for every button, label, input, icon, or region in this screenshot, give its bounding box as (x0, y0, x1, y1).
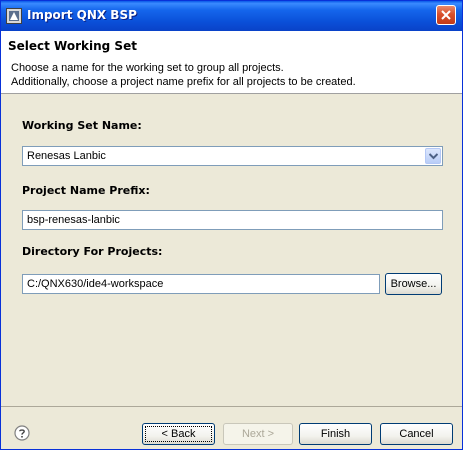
back-button[interactable]: < Back (142, 423, 215, 445)
working-set-label: Working Set Name: (22, 119, 142, 132)
page-description: Choose a name for the working set to gro… (11, 61, 356, 89)
browse-button[interactable]: Browse... (385, 273, 442, 295)
description-line-2: Additionally, choose a project name pref… (11, 76, 356, 88)
page-title: Select Working Set (8, 39, 137, 53)
qnx-app-icon (6, 8, 22, 24)
wizard-banner: Select Working Set Choose a name for the… (1, 31, 462, 94)
chevron-down-icon (429, 153, 438, 160)
cancel-button[interactable]: Cancel (380, 423, 453, 445)
project-prefix-value: bsp-renesas-lanbic (27, 214, 120, 226)
working-set-value: Renesas Lanbic (27, 150, 106, 162)
prefix-label: Project Name Prefix: (22, 184, 150, 197)
back-label: < Back (145, 426, 212, 442)
wizard-content: Working Set Name: Renesas Lanbic Project… (1, 94, 462, 406)
working-set-combo[interactable]: Renesas Lanbic (22, 146, 443, 166)
close-icon (441, 10, 451, 20)
finish-button[interactable]: Finish (299, 423, 372, 445)
import-dialog: Import QNX BSP Select Working Set Choose… (0, 0, 463, 450)
close-button[interactable] (436, 5, 456, 25)
directory-value: C:/QNX630/ide4-workspace (27, 278, 164, 290)
window-title: Import QNX BSP (27, 8, 137, 22)
directory-input[interactable]: C:/QNX630/ide4-workspace (22, 274, 380, 294)
combo-dropdown-button[interactable] (425, 148, 441, 164)
title-bar[interactable]: Import QNX BSP (1, 1, 462, 31)
help-icon[interactable] (14, 425, 30, 441)
description-line-1: Choose a name for the working set to gro… (11, 62, 284, 74)
project-prefix-input[interactable]: bsp-renesas-lanbic (22, 210, 443, 230)
directory-label: Directory For Projects: (22, 245, 163, 258)
next-button[interactable]: Next > (223, 423, 293, 445)
